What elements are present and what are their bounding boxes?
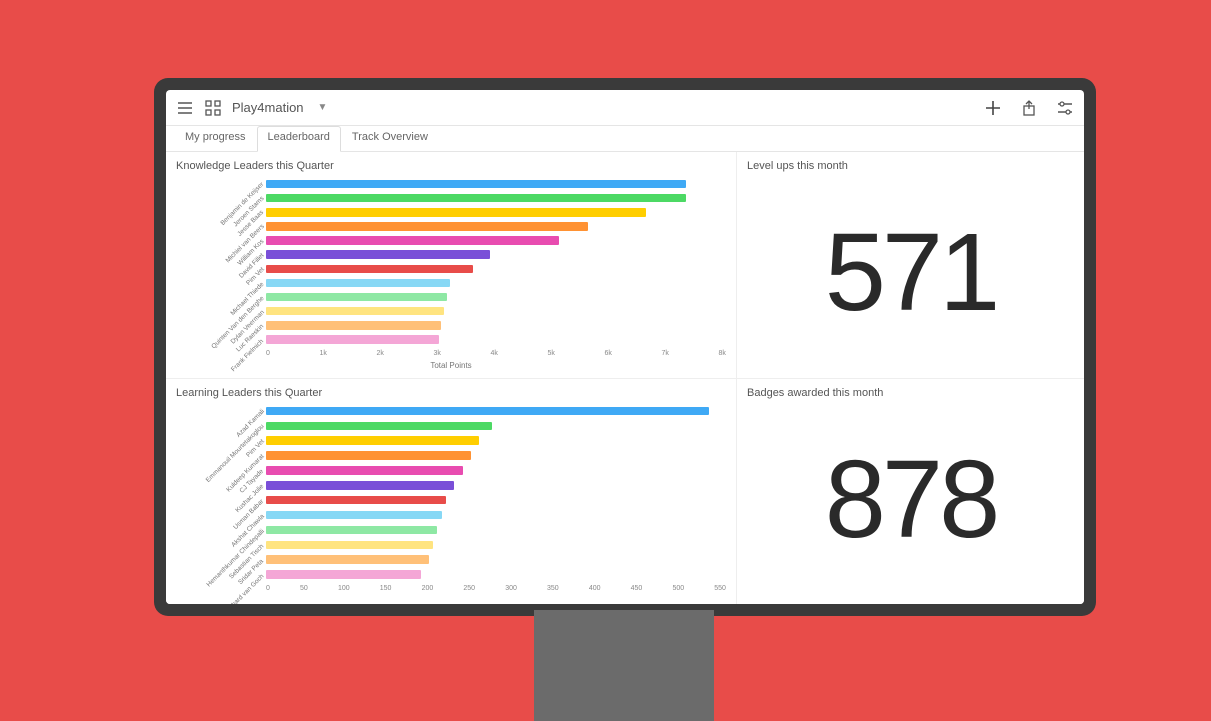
x-axis-tick: 2k <box>377 350 384 357</box>
x-axis-tick: 250 <box>463 585 475 592</box>
menu-icon[interactable] <box>176 99 194 117</box>
bar[interactable] <box>266 194 686 203</box>
x-axis-tick: 300 <box>505 585 517 592</box>
chart-knowledge: Benjamin de KeijserJeroen StamsJesse Baa… <box>176 176 726 370</box>
bar[interactable] <box>266 180 686 189</box>
bar[interactable] <box>266 335 439 344</box>
bar[interactable] <box>266 451 471 460</box>
panel-knowledge-leaders: Knowledge Leaders this Quarter Benjamin … <box>166 152 736 378</box>
bar[interactable] <box>266 436 479 445</box>
x-axis-tick: 6k <box>605 350 612 357</box>
x-axis-tick: 0 <box>266 350 270 357</box>
x-axis-tick: 450 <box>631 585 643 592</box>
bar[interactable] <box>266 293 447 302</box>
bar[interactable] <box>266 307 444 316</box>
bar[interactable] <box>266 422 492 431</box>
x-axis-tick: 1k <box>320 350 327 357</box>
x-axis-tick: 3k <box>434 350 441 357</box>
tab-track-overview[interactable]: Track Overview <box>341 126 439 151</box>
bar[interactable] <box>266 407 709 416</box>
kpi-badges: 878 <box>747 403 1074 597</box>
bar[interactable] <box>266 222 588 231</box>
bar[interactable] <box>266 321 441 330</box>
bar[interactable] <box>266 208 646 217</box>
settings-sliders-icon[interactable] <box>1056 99 1074 117</box>
x-axis-tick: 150 <box>380 585 392 592</box>
x-axis-tick: 4k <box>491 350 498 357</box>
panel-title: Badges awarded this month <box>747 387 1074 399</box>
x-axis-tick: 400 <box>589 585 601 592</box>
x-axis-tick: 500 <box>672 585 684 592</box>
tab-leaderboard[interactable]: Leaderboard <box>257 126 341 152</box>
bar[interactable] <box>266 466 463 475</box>
bar[interactable] <box>266 265 473 274</box>
x-axis-tick: 7k <box>662 350 669 357</box>
app-title: Play4mation <box>232 100 304 115</box>
panel-title: Learning Leaders this Quarter <box>176 387 726 399</box>
monitor-frame: Play4mation ▼ My progress Leaderboard Tr… <box>154 78 1096 616</box>
bar[interactable] <box>266 526 437 535</box>
x-axis-tick: 550 <box>714 585 726 592</box>
tab-my-progress[interactable]: My progress <box>174 126 257 151</box>
bar[interactable] <box>266 570 421 579</box>
panel-learning-leaders: Learning Leaders this Quarter Azad Kamal… <box>166 379 736 605</box>
share-icon[interactable] <box>1020 99 1038 117</box>
add-icon[interactable] <box>984 99 1002 117</box>
bar[interactable] <box>266 496 446 505</box>
monitor-stand <box>534 610 714 721</box>
x-axis-tick: 200 <box>422 585 434 592</box>
dropdown-caret-icon[interactable]: ▼ <box>318 102 328 113</box>
x-axis-tick: 100 <box>338 585 350 592</box>
bar[interactable] <box>266 481 454 490</box>
x-axis-label: Total Points <box>176 361 726 370</box>
x-axis-tick: 350 <box>547 585 559 592</box>
bar[interactable] <box>266 250 490 259</box>
panel-badges: Badges awarded this month 878 <box>737 379 1084 605</box>
panel-title: Knowledge Leaders this Quarter <box>176 160 726 172</box>
x-axis-tick: 0 <box>266 585 270 592</box>
dashboard-grid: Knowledge Leaders this Quarter Benjamin … <box>166 152 1084 604</box>
bar[interactable] <box>266 555 429 564</box>
tab-bar: My progress Leaderboard Track Overview <box>166 126 1084 152</box>
chart-learning: Azad KamaliEmmanouil MourtetakoglouPim V… <box>176 403 726 597</box>
apps-grid-icon[interactable] <box>204 99 222 117</box>
app-header: Play4mation ▼ <box>166 90 1084 126</box>
screen: Play4mation ▼ My progress Leaderboard Tr… <box>166 90 1084 604</box>
kpi-level-ups: 571 <box>747 176 1074 370</box>
bar[interactable] <box>266 236 559 245</box>
panel-level-ups: Level ups this month 571 <box>737 152 1084 378</box>
bar[interactable] <box>266 541 433 550</box>
x-axis-tick: 8k <box>719 350 726 357</box>
bar[interactable] <box>266 279 450 288</box>
bar[interactable] <box>266 511 442 520</box>
x-axis-tick: 5k <box>548 350 555 357</box>
panel-title: Level ups this month <box>747 160 1074 172</box>
x-axis-tick: 50 <box>300 585 308 592</box>
